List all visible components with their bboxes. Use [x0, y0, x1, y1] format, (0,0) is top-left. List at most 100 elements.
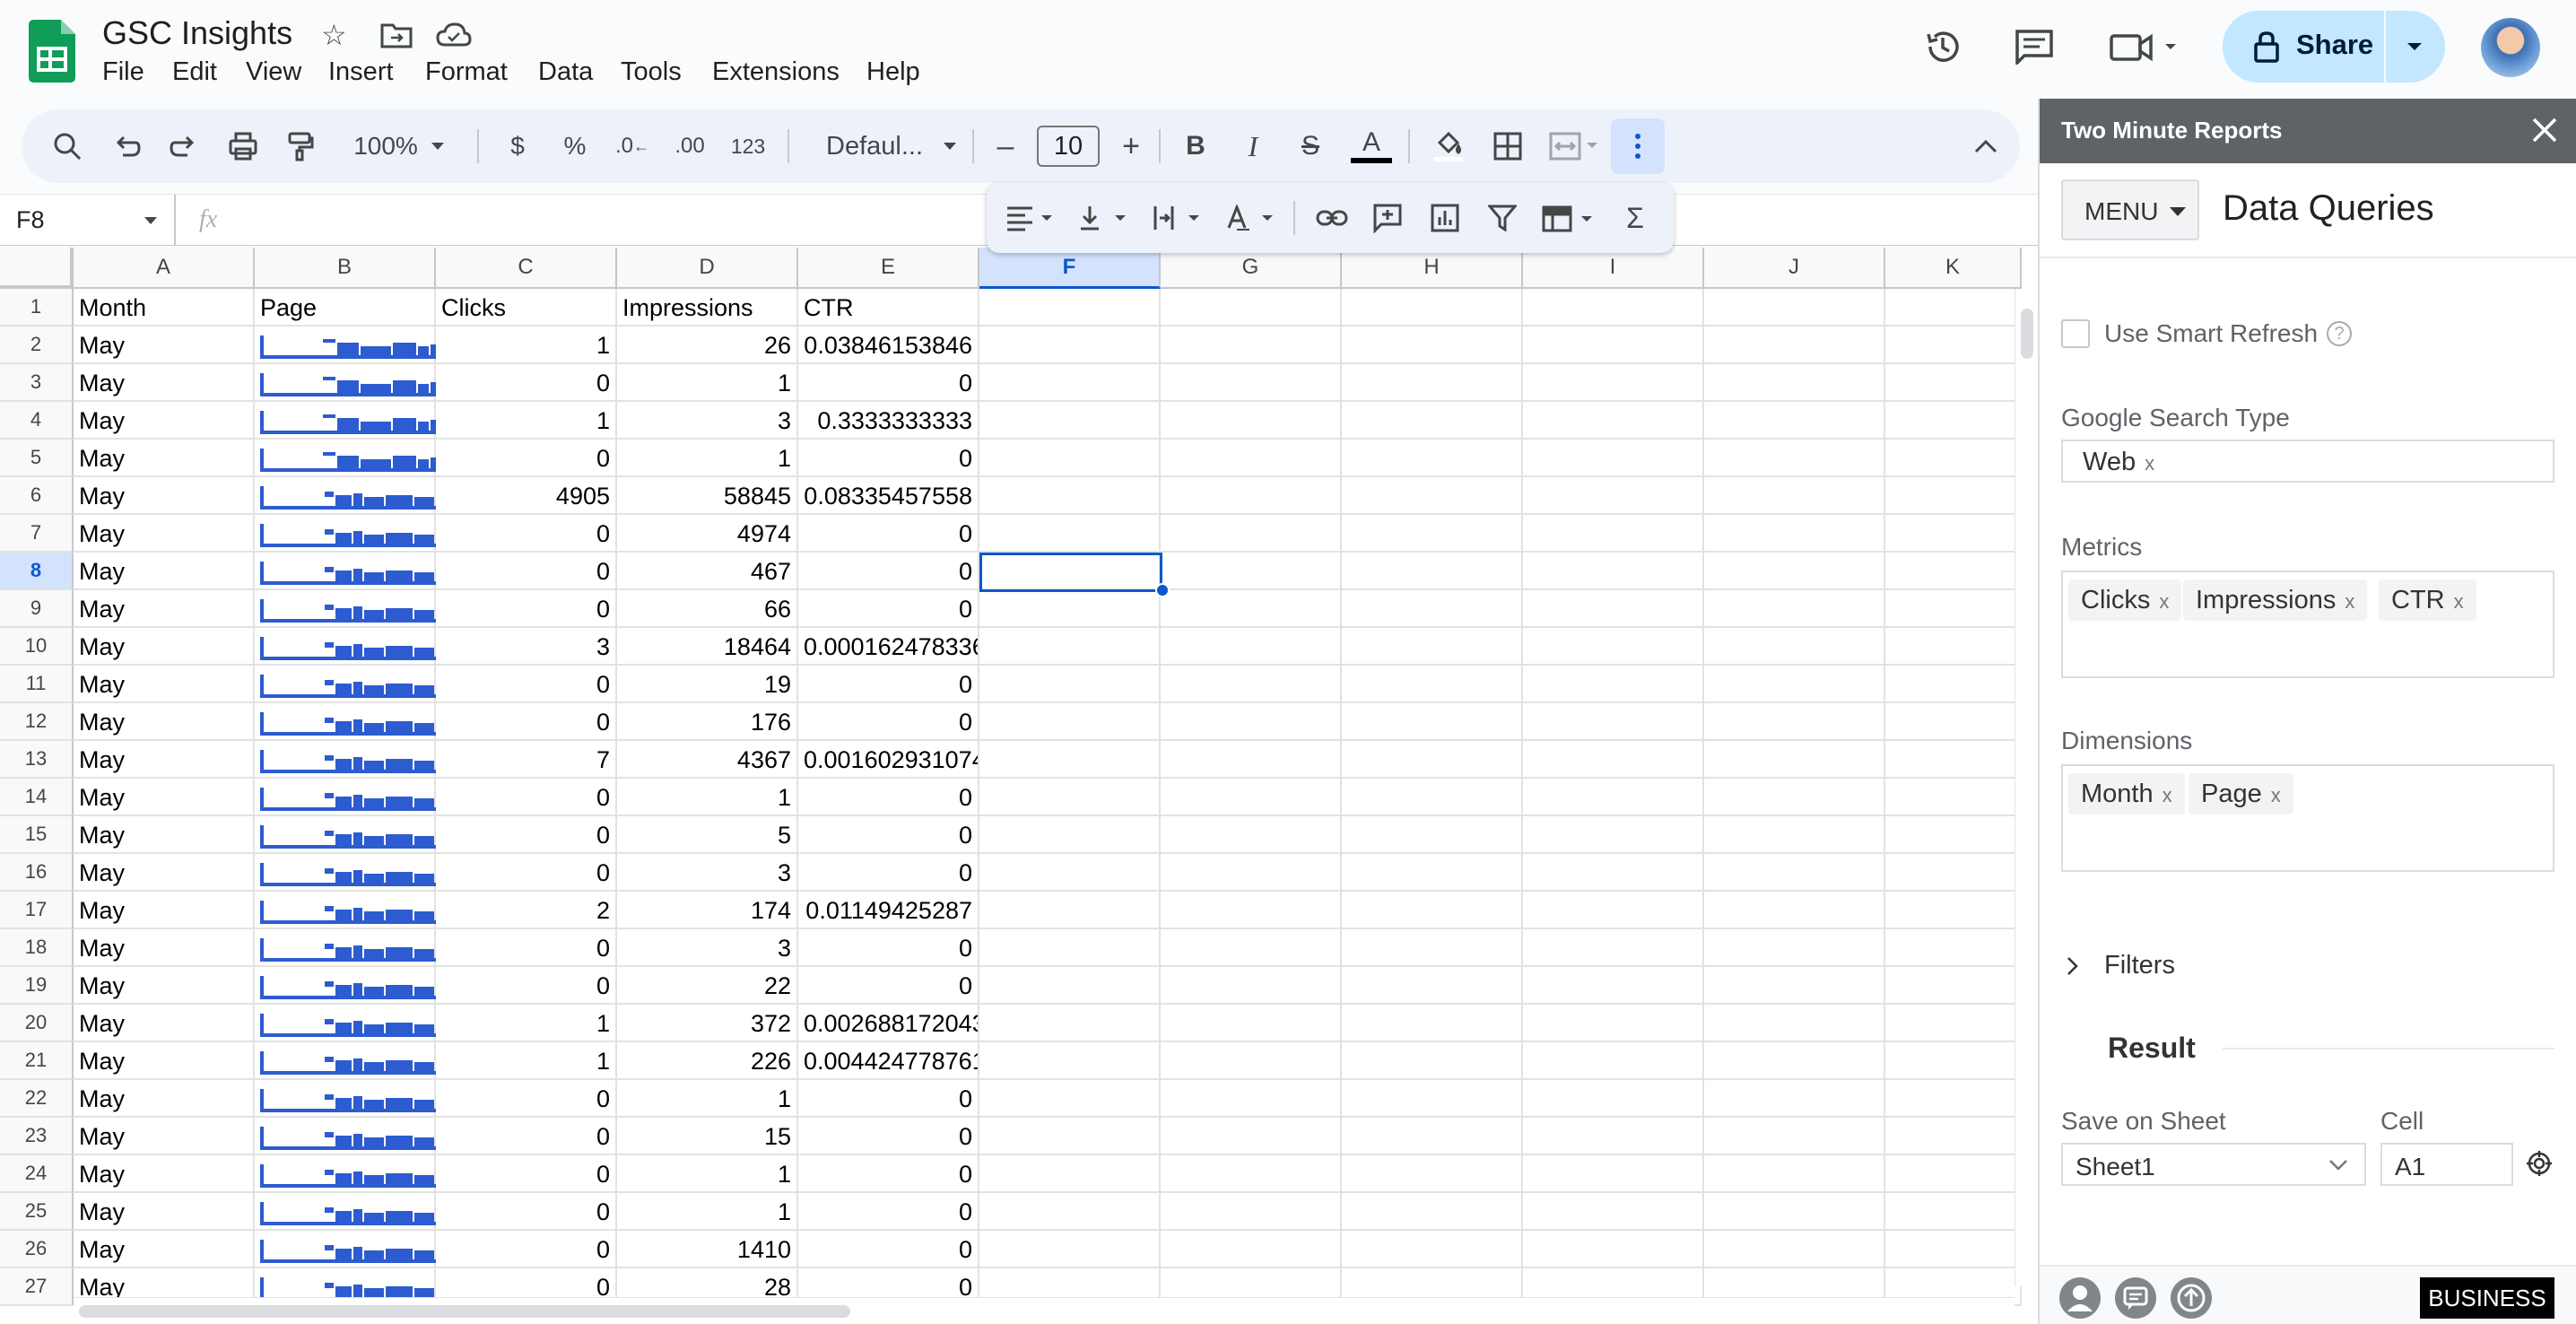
row-header[interactable]: 9: [0, 590, 74, 628]
table-cell-impr[interactable]: 3: [617, 854, 798, 892]
menu-help[interactable]: Help: [866, 57, 920, 87]
row-header[interactable]: 11: [0, 666, 74, 703]
table-cell[interactable]: [979, 364, 1161, 402]
header-cell-e[interactable]: CTR: [798, 289, 979, 327]
table-cell-impr[interactable]: 1: [617, 1080, 798, 1118]
table-cell-month[interactable]: May: [74, 1231, 255, 1268]
horizontal-scroll-thumb[interactable]: [79, 1305, 850, 1318]
page-link-cell[interactable]: [260, 854, 436, 892]
italic-button[interactable]: I: [1232, 109, 1274, 183]
table-cell-month[interactable]: May: [74, 929, 255, 967]
merge-cells-icon[interactable]: [1543, 109, 1606, 183]
increase-decimal-button[interactable]: .00: [666, 109, 714, 183]
table-cell-month[interactable]: May: [74, 477, 255, 515]
table-cell-ctr[interactable]: 0: [798, 929, 979, 967]
table-cell-clicks[interactable]: 0: [436, 515, 617, 553]
table-cell[interactable]: [1342, 703, 1523, 741]
table-cell-impr[interactable]: 174: [617, 892, 798, 929]
page-link-cell[interactable]: [260, 1231, 436, 1268]
table-cell[interactable]: [1523, 854, 1704, 892]
vertical-align-icon[interactable]: [1073, 183, 1136, 253]
table-cell[interactable]: [1704, 703, 1885, 741]
table-cell-ctr[interactable]: 0: [798, 1231, 979, 1268]
row-header[interactable]: 20: [0, 1005, 74, 1042]
table-cell[interactable]: [1342, 854, 1523, 892]
table-cell-ctr[interactable]: 0: [798, 1080, 979, 1118]
table-cell-ctr[interactable]: 0: [798, 1118, 979, 1155]
table-cell[interactable]: [1342, 289, 1523, 327]
table-cell[interactable]: [1885, 779, 2022, 816]
table-cell[interactable]: [1704, 364, 1885, 402]
select-all-corner[interactable]: [0, 248, 74, 289]
font-size-input[interactable]: 10: [1026, 109, 1110, 183]
chip-remove-icon[interactable]: x: [2271, 784, 2281, 806]
page-link-cell[interactable]: [260, 816, 436, 854]
version-history-icon[interactable]: [1923, 27, 1962, 71]
cloud-saved-icon[interactable]: [436, 22, 472, 53]
table-cell-impr[interactable]: 3: [617, 929, 798, 967]
row-header[interactable]: 2: [0, 327, 74, 364]
table-cell[interactable]: [1161, 628, 1342, 666]
table-cell[interactable]: [1523, 1080, 1704, 1118]
table-cell-impr[interactable]: 1: [617, 1155, 798, 1193]
dimensions-field[interactable]: Month x Page x: [2061, 764, 2554, 872]
row-header[interactable]: 4: [0, 402, 74, 440]
table-cell[interactable]: [979, 779, 1161, 816]
smart-refresh-checkbox[interactable]: [2061, 319, 2090, 348]
percent-format-button[interactable]: %: [554, 109, 596, 183]
table-cell[interactable]: [1885, 666, 2022, 703]
table-cell[interactable]: [1704, 1193, 1885, 1231]
table-cell[interactable]: [979, 515, 1161, 553]
page-link-cell[interactable]: [260, 741, 436, 779]
fill-handle[interactable]: [1155, 583, 1170, 597]
table-cell[interactable]: [1342, 515, 1523, 553]
table-cell[interactable]: [1161, 402, 1342, 440]
table-cell[interactable]: [1523, 1155, 1704, 1193]
table-cell[interactable]: [1342, 1193, 1523, 1231]
table-cell[interactable]: [1161, 1005, 1342, 1042]
zoom-select[interactable]: 100%: [341, 109, 457, 183]
table-cell[interactable]: [1885, 364, 2022, 402]
page-link-cell[interactable]: [260, 402, 436, 440]
page-link-cell[interactable]: [260, 1118, 436, 1155]
table-cell-month[interactable]: May: [74, 703, 255, 741]
table-cell[interactable]: [1523, 364, 1704, 402]
table-cell[interactable]: [1342, 590, 1523, 628]
table-cell-clicks[interactable]: 0: [436, 703, 617, 741]
table-cell-month[interactable]: May: [74, 402, 255, 440]
table-cell[interactable]: [979, 1193, 1161, 1231]
page-link-cell[interactable]: [260, 440, 436, 477]
row-header[interactable]: 22: [0, 1080, 74, 1118]
page-link-cell[interactable]: [260, 590, 436, 628]
table-cell[interactable]: [1885, 590, 2022, 628]
table-cell-ctr[interactable]: 0: [798, 553, 979, 590]
menu-insert[interactable]: Insert: [328, 57, 394, 87]
table-cell[interactable]: [979, 816, 1161, 854]
selected-cell-f8[interactable]: [979, 553, 1162, 592]
table-cell-impr[interactable]: 19: [617, 666, 798, 703]
table-cell-ctr[interactable]: 0.03846153846: [798, 327, 979, 364]
table-cell[interactable]: [1885, 327, 2022, 364]
table-cell-clicks[interactable]: 1: [436, 1005, 617, 1042]
table-cell[interactable]: [1342, 816, 1523, 854]
table-cell-clicks[interactable]: 0: [436, 1155, 617, 1193]
chip-remove-icon[interactable]: x: [2163, 784, 2172, 806]
share-button[interactable]: Share: [2223, 11, 2445, 83]
page-link-cell[interactable]: [260, 666, 436, 703]
table-cell-impr[interactable]: 1410: [617, 1231, 798, 1268]
table-cell[interactable]: [1523, 1005, 1704, 1042]
table-cell-impr[interactable]: 58845: [617, 477, 798, 515]
table-cell[interactable]: [1523, 590, 1704, 628]
table-cell-month[interactable]: May: [74, 1118, 255, 1155]
table-cell[interactable]: [1704, 289, 1885, 327]
table-cell-month[interactable]: May: [74, 440, 255, 477]
table-cell[interactable]: [1523, 666, 1704, 703]
column-header-k[interactable]: K: [1885, 248, 2022, 289]
table-cell-clicks[interactable]: 0: [436, 553, 617, 590]
table-cell-ctr[interactable]: 0: [798, 854, 979, 892]
redo-icon[interactable]: [163, 109, 205, 183]
table-cell-month[interactable]: May: [74, 590, 255, 628]
table-cell[interactable]: [1342, 741, 1523, 779]
header-cell-b[interactable]: Page: [255, 289, 436, 327]
table-cell[interactable]: [1523, 741, 1704, 779]
